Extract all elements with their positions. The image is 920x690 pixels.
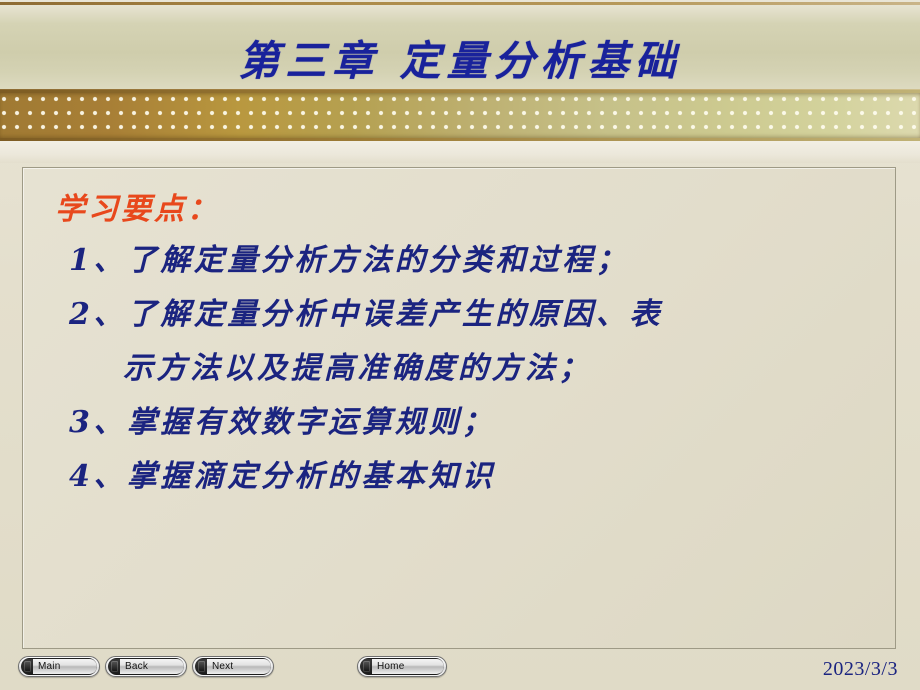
nav-button-label: Home	[372, 659, 444, 674]
nav-button-cap: Back	[108, 658, 184, 675]
presentation-slide: 第三章 定量分析基础 学习要点： 1、了解定量分析方法的分类和过程； 2、了解定…	[0, 0, 920, 690]
slide-header-banner: 第三章 定量分析基础	[0, 5, 920, 91]
nav-button-cap: Main	[21, 658, 97, 675]
nav-button-main[interactable]: Main	[18, 656, 100, 677]
learning-points-heading: 学习要点：	[55, 192, 220, 227]
play-marker-icon	[24, 661, 31, 672]
nav-button-label: Back	[120, 659, 184, 674]
nav-button-cap: Next	[195, 658, 271, 675]
nav-button-cap: Home	[360, 658, 444, 675]
content-frame: 学习要点： 1、了解定量分析方法的分类和过程； 2、了解定量分析中误差产生的原因…	[22, 167, 896, 649]
learning-points-list: 1、了解定量分析方法的分类和过程； 2、了解定量分析中误差产生的原因、表 示方法…	[69, 234, 879, 504]
nav-button-home[interactable]: Home	[357, 656, 447, 677]
nav-button-back[interactable]: Back	[105, 656, 187, 677]
list-item: 1、了解定量分析方法的分类和过程；	[69, 243, 630, 278]
list-item: 2、了解定量分析中误差产生的原因、表	[69, 297, 663, 332]
nav-button-label: Main	[33, 659, 97, 674]
decorative-dotted-band	[0, 93, 920, 138]
nav-button-label: Next	[207, 659, 271, 674]
list-item: 3、掌握有效数字运算规则；	[69, 405, 496, 440]
nav-button-next[interactable]: Next	[192, 656, 274, 677]
slide-navigation-bar: Main Back Next Home	[0, 656, 920, 690]
date-stamp: 2023/3/3	[822, 658, 898, 680]
list-item: 4、掌握滴定分析的基本知识	[69, 459, 496, 494]
list-item: 示方法以及提高准确度的方法；	[123, 351, 592, 386]
play-marker-icon	[198, 661, 205, 672]
play-marker-icon	[363, 661, 370, 672]
play-marker-icon	[111, 661, 118, 672]
header-under-strip	[0, 141, 920, 163]
slide-title: 第三章 定量分析基础	[238, 37, 682, 85]
